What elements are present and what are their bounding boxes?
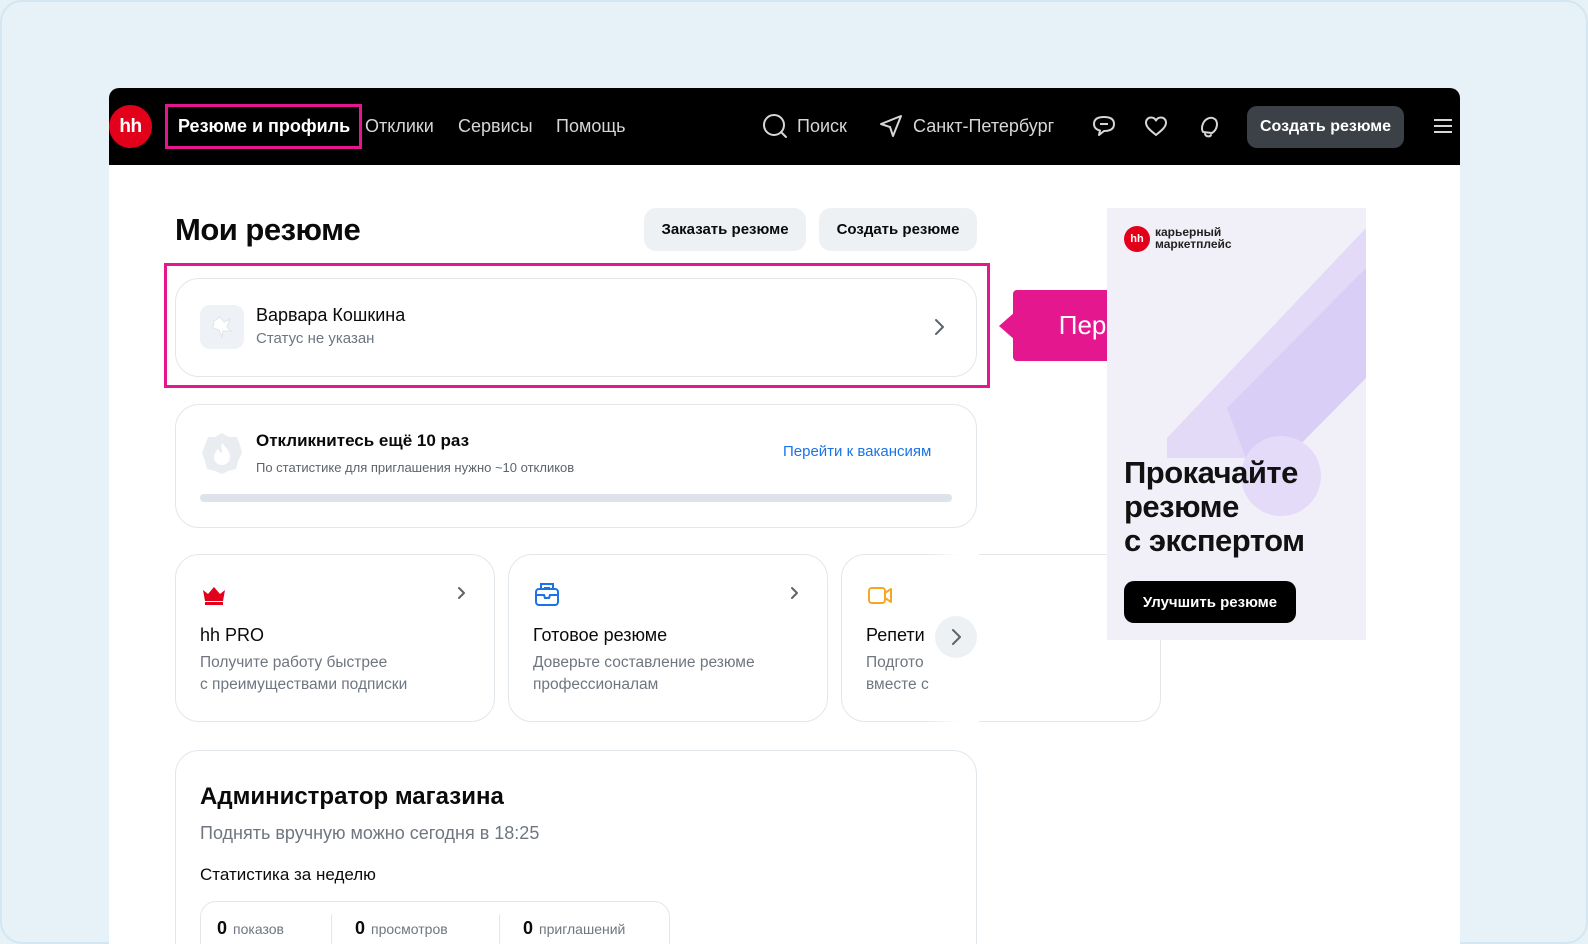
- service-desc-line: Подгото: [866, 654, 924, 671]
- profile-name: Варвара Кошкина: [256, 305, 406, 325]
- nav-item-services[interactable]: Сервисы: [458, 88, 533, 165]
- stat-label: просмотров: [371, 921, 448, 937]
- resume-inbox-icon: [533, 581, 561, 609]
- ad-brand: карьерный маркетплейс: [1155, 226, 1232, 250]
- resume-raise-info: Поднять вручную можно сегодня в 18:25: [200, 823, 540, 843]
- resume-card-store-admin[interactable]: Администратор магазина Поднять вручную м…: [175, 750, 977, 944]
- ad-headline-line: резюме: [1124, 489, 1239, 524]
- nav-search[interactable]: Поиск: [797, 88, 847, 165]
- location-arrow-icon[interactable]: [877, 112, 905, 140]
- stat-divider: [499, 914, 500, 944]
- search-icon[interactable]: [761, 112, 789, 140]
- service-desc-line: вместе с: [866, 676, 929, 693]
- avatar: [200, 305, 244, 349]
- stat-label: показов: [233, 921, 284, 937]
- hh-logo[interactable]: hh: [109, 105, 152, 148]
- ad-decoration: [1167, 228, 1366, 516]
- chevron-right-icon: [784, 583, 804, 603]
- nav-item-help[interactable]: Помощь: [556, 88, 626, 165]
- service-desc-line: с преимуществами подписки: [200, 676, 408, 693]
- service-description: Доверьте составление резюме профессионал…: [533, 652, 755, 696]
- nav-item-responses[interactable]: Отклики: [365, 88, 434, 165]
- service-card-ready-resume[interactable]: Готовое резюме Доверьте составление резю…: [508, 554, 828, 722]
- weekly-stats-heading: Статистика за неделю: [200, 865, 376, 884]
- go-to-vacancies-link[interactable]: Перейти к вакансиям: [783, 443, 931, 460]
- bell-icon[interactable]: [1195, 112, 1223, 140]
- ad-headline-line: Прокачайте: [1124, 455, 1298, 490]
- service-card-hh-pro[interactable]: hh PRO Получите работу быстрее с преимущ…: [175, 554, 495, 722]
- top-navigation: hh Резюме и профиль Отклики Сервисы Помо…: [109, 88, 1460, 165]
- stat-value: 0: [523, 918, 534, 938]
- carousel-next-button[interactable]: [935, 616, 977, 658]
- profile-status: Статус не указан: [256, 330, 375, 347]
- ad-headline: Прокачайте резюме с экспертом: [1124, 456, 1305, 558]
- ad-headline-line: с экспертом: [1124, 523, 1305, 558]
- responses-progress-bar: [200, 494, 952, 502]
- heart-icon[interactable]: [1142, 112, 1170, 140]
- responses-card: Откликнитесь ещё 10 раз По статистике дл…: [175, 404, 977, 528]
- service-description: Подгото вместе с: [866, 652, 929, 696]
- create-resume-button[interactable]: Создать резюме: [819, 208, 977, 251]
- menu-icon[interactable]: [1429, 112, 1457, 140]
- chat-icon[interactable]: [1090, 112, 1118, 140]
- responses-title: Откликнитесь ещё 10 раз: [256, 431, 470, 450]
- service-title: Репети: [866, 625, 925, 645]
- crown-icon: [200, 581, 228, 609]
- fire-badge-icon: [200, 431, 244, 475]
- chevron-right-icon: [929, 317, 949, 337]
- stat-divider: [331, 914, 332, 944]
- service-title: hh PRO: [200, 625, 265, 645]
- weekly-stats: 0 показов 0 просмотров 0 приглашений: [200, 901, 670, 944]
- stat-invitations: 0 приглашений: [523, 918, 625, 939]
- service-title: Готовое резюме: [533, 625, 668, 645]
- service-description: Получите работу быстрее с преимуществами…: [200, 652, 407, 696]
- profile-card[interactable]: Варвара Кошкина Статус не указан: [175, 278, 977, 377]
- responses-subtitle: По статистике для приглашения нужно ~10 …: [256, 460, 575, 475]
- stat-value: 0: [355, 918, 366, 938]
- service-desc-line: Доверьте составление резюме: [533, 654, 755, 671]
- hh-ad-logo: hh: [1124, 226, 1150, 252]
- nav-city[interactable]: Санкт-Петербург: [913, 88, 1054, 165]
- ad-banner[interactable]: hh карьерный маркетплейс Прокачайте резю…: [1107, 208, 1366, 640]
- improve-resume-button[interactable]: Улучшить резюме: [1124, 581, 1296, 623]
- order-resume-button[interactable]: Заказать резюме: [644, 208, 806, 251]
- stat-impressions: 0 показов: [217, 918, 284, 939]
- browser-window: hh Резюме и профиль Отклики Сервисы Помо…: [109, 88, 1460, 944]
- stat-label: приглашений: [539, 921, 626, 937]
- resume-title[interactable]: Администратор магазина: [200, 783, 504, 811]
- stat-value: 0: [217, 918, 228, 938]
- video-camera-icon: [866, 581, 894, 609]
- page-title: Мои резюме: [175, 212, 361, 247]
- service-desc-line: профессионалам: [533, 676, 659, 693]
- service-desc-line: Получите работу быстрее: [200, 654, 388, 671]
- chevron-right-icon: [952, 629, 961, 645]
- chevron-right-icon: [451, 583, 471, 603]
- stat-views: 0 просмотров: [355, 918, 448, 939]
- create-resume-nav-button[interactable]: Создать резюме: [1247, 106, 1404, 148]
- nav-item-resume-profile[interactable]: Резюме и профиль: [178, 104, 350, 149]
- avatar-placeholder-icon: [212, 316, 233, 339]
- ad-brand-line: маркетплейс: [1155, 237, 1232, 251]
